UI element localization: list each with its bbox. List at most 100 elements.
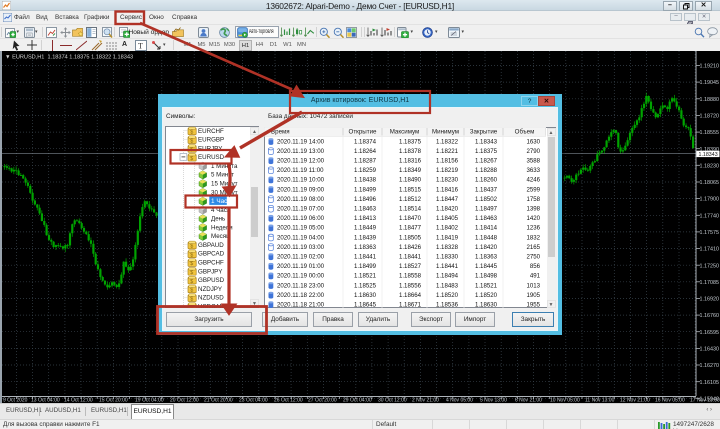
svg-text:EURCHF: EURCHF bbox=[198, 128, 224, 135]
svg-text:1.18496: 1.18496 bbox=[354, 196, 377, 203]
svg-text:1.18525: 1.18525 bbox=[354, 282, 377, 289]
svg-text:1.17740: 1.17740 bbox=[700, 213, 720, 219]
svg-text:2165: 2165 bbox=[526, 244, 540, 251]
svg-text:2020.11.19 10:00: 2020.11.19 10:00 bbox=[277, 177, 325, 184]
svg-text:2020.11.18 22:00: 2020.11.18 22:00 bbox=[277, 292, 325, 299]
svg-text:1955: 1955 bbox=[526, 302, 540, 309]
svg-text:1.18221: 1.18221 bbox=[436, 148, 459, 155]
svg-text:1.16760: 1.16760 bbox=[700, 313, 720, 319]
svg-text:EURJPY: EURJPY bbox=[198, 145, 222, 152]
svg-text:$: $ bbox=[190, 279, 193, 285]
svg-text:$: $ bbox=[190, 270, 193, 276]
svg-text:2020.11.19 08:00: 2020.11.19 08:00 bbox=[277, 196, 325, 203]
svg-text:1.18445: 1.18445 bbox=[475, 263, 498, 270]
svg-text:2599: 2599 bbox=[526, 186, 540, 193]
svg-text:1236: 1236 bbox=[526, 225, 540, 232]
svg-text:$: $ bbox=[190, 130, 193, 136]
svg-text:1905: 1905 bbox=[526, 292, 540, 299]
svg-text:1.18230: 1.18230 bbox=[436, 177, 459, 184]
svg-text:1.18416: 1.18416 bbox=[436, 186, 459, 193]
svg-text:1.18405: 1.18405 bbox=[436, 215, 459, 222]
svg-text:1.16430: 1.16430 bbox=[700, 347, 720, 353]
svg-text:$: $ bbox=[190, 244, 193, 250]
svg-text:491: 491 bbox=[530, 273, 541, 280]
svg-text:1398: 1398 bbox=[526, 206, 540, 213]
svg-text:1.18437: 1.18437 bbox=[475, 186, 498, 193]
svg-text:1.18499: 1.18499 bbox=[354, 263, 377, 270]
svg-text:1.18664: 1.18664 bbox=[399, 292, 422, 299]
svg-text:2750: 2750 bbox=[526, 254, 540, 261]
svg-text:1.19045: 1.19045 bbox=[700, 80, 720, 86]
svg-text:1.18065: 1.18065 bbox=[700, 180, 720, 186]
svg-text:1.18441: 1.18441 bbox=[354, 254, 377, 261]
svg-text:2020.11.19 03:00: 2020.11.19 03:00 bbox=[277, 244, 325, 251]
svg-text:1.18499: 1.18499 bbox=[354, 186, 377, 193]
svg-text:1.18447: 1.18447 bbox=[436, 196, 459, 203]
svg-text:1.18514: 1.18514 bbox=[399, 206, 422, 213]
svg-text:4 Часа: 4 Часа bbox=[211, 207, 231, 214]
svg-text:1.18498: 1.18498 bbox=[475, 273, 498, 280]
svg-text:1.18343: 1.18343 bbox=[475, 138, 498, 145]
svg-text:1.18880: 1.18880 bbox=[700, 97, 720, 103]
svg-text:1.18438: 1.18438 bbox=[354, 177, 377, 184]
svg-text:1.16595: 1.16595 bbox=[700, 330, 720, 336]
svg-text:1.18441: 1.18441 bbox=[436, 263, 459, 270]
svg-text:1.18449: 1.18449 bbox=[354, 225, 377, 232]
svg-text:1.18630: 1.18630 bbox=[475, 302, 498, 309]
svg-text:1.18463: 1.18463 bbox=[354, 206, 377, 213]
svg-text:1.18483: 1.18483 bbox=[436, 282, 459, 289]
svg-text:1.16270: 1.16270 bbox=[700, 363, 720, 369]
svg-text:1.17575: 1.17575 bbox=[700, 230, 720, 236]
svg-text:1.18287: 1.18287 bbox=[354, 158, 377, 165]
svg-text:T: T bbox=[138, 42, 143, 51]
svg-text:GBPJPY: GBPJPY bbox=[198, 268, 222, 275]
svg-text:1832: 1832 bbox=[526, 234, 540, 241]
svg-text:Минимум: Минимум bbox=[432, 129, 459, 136]
svg-text:EURUSD: EURUSD bbox=[198, 154, 225, 161]
svg-text:1.18420: 1.18420 bbox=[436, 206, 459, 213]
svg-text:2020.11.19 09:00: 2020.11.19 09:00 bbox=[277, 186, 325, 193]
svg-text:1.18720: 1.18720 bbox=[700, 114, 720, 120]
svg-text:1.18512: 1.18512 bbox=[399, 196, 422, 203]
svg-text:1.18527: 1.18527 bbox=[399, 263, 422, 270]
svg-text:1.18259: 1.18259 bbox=[354, 167, 377, 174]
svg-text:Неделя: Неделя bbox=[211, 224, 233, 231]
svg-text:1.18375: 1.18375 bbox=[399, 138, 422, 145]
svg-text:Максимум: Максимум bbox=[390, 129, 420, 136]
svg-text:2020.11.19 01:00: 2020.11.19 01:00 bbox=[277, 263, 325, 270]
svg-text:$: $ bbox=[190, 252, 193, 258]
svg-text:1.17410: 1.17410 bbox=[700, 247, 720, 253]
svg-text:1 Час: 1 Час bbox=[211, 198, 228, 205]
svg-text:1.18264: 1.18264 bbox=[354, 148, 377, 155]
svg-text:1.18426: 1.18426 bbox=[399, 244, 422, 251]
svg-text:1.18494: 1.18494 bbox=[436, 273, 459, 280]
svg-text:2020.11.19 14:00: 2020.11.19 14:00 bbox=[277, 138, 325, 145]
svg-text:$: $ bbox=[190, 156, 193, 162]
svg-text:1.18322: 1.18322 bbox=[436, 138, 459, 145]
svg-text:1.18490: 1.18490 bbox=[399, 177, 422, 184]
svg-text:1.18328: 1.18328 bbox=[436, 244, 459, 251]
svg-text:1.18502: 1.18502 bbox=[475, 196, 498, 203]
svg-text:1.18260: 1.18260 bbox=[475, 177, 498, 184]
svg-text:1.18448: 1.18448 bbox=[475, 234, 498, 241]
svg-text:1630: 1630 bbox=[526, 138, 540, 145]
svg-text:1.18515: 1.18515 bbox=[399, 186, 422, 193]
svg-text:Объем: Объем bbox=[515, 129, 535, 136]
svg-text:1.18441: 1.18441 bbox=[399, 254, 422, 261]
svg-text:$: $ bbox=[190, 138, 193, 144]
svg-text:GBPCHF: GBPCHF bbox=[198, 260, 224, 267]
svg-text:3588: 3588 bbox=[526, 158, 540, 165]
svg-text:2020.11.19 13:00: 2020.11.19 13:00 bbox=[277, 148, 325, 155]
svg-text:1013: 1013 bbox=[526, 282, 540, 289]
svg-text:NZDUSD: NZDUSD bbox=[198, 295, 224, 302]
svg-text:1.18343: 1.18343 bbox=[699, 152, 718, 158]
svg-text:1.18555: 1.18555 bbox=[700, 130, 720, 136]
svg-text:1.18375: 1.18375 bbox=[475, 148, 498, 155]
svg-text:1.18330: 1.18330 bbox=[436, 254, 459, 261]
svg-text:1.18363: 1.18363 bbox=[475, 254, 498, 261]
svg-text:1.18230: 1.18230 bbox=[700, 163, 720, 169]
svg-text:1.18521: 1.18521 bbox=[354, 273, 377, 280]
svg-text:1.18378: 1.18378 bbox=[399, 148, 422, 155]
svg-text:1.18402: 1.18402 bbox=[436, 225, 459, 232]
svg-text:1.17250: 1.17250 bbox=[700, 263, 720, 269]
